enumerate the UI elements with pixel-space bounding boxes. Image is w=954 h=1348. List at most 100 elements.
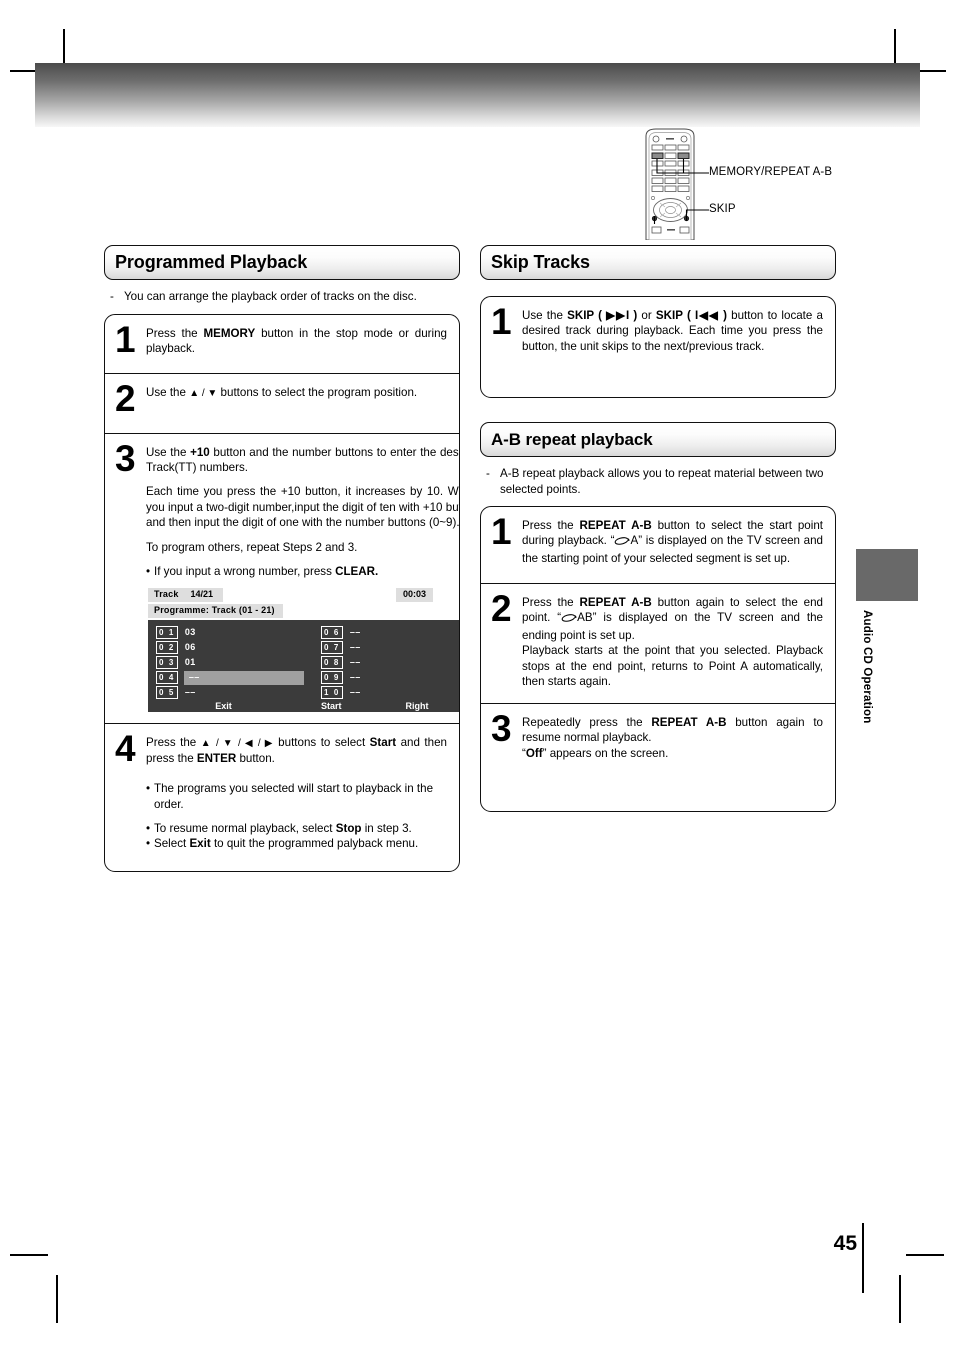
osd-entry-index: 0 8 (321, 656, 343, 670)
ab1-pre: Press the (522, 519, 580, 533)
callout-label-memory-repeat: MEMORY/REPEAT A-B (709, 166, 833, 178)
step4-post2: button. (236, 751, 275, 765)
osd-programme-row: Programme: Track (01 - 21) (148, 604, 459, 619)
section-title-programmed-playback: Programmed Playback (115, 252, 308, 272)
osd-entry-value: –– (183, 670, 304, 685)
crop-mark-bottom-right-horizontal (906, 1254, 944, 1256)
header-gradient-band (35, 63, 920, 127)
osd-column-right: 0 6 –– 0 7 –– 0 8 –– 0 9 –– 1 0 –– (313, 625, 459, 700)
step-number: 2 (491, 588, 512, 630)
ab-repeat-loop-icon (561, 612, 578, 627)
osd-time: 00:03 (395, 588, 433, 603)
step4-bold-start: Start (369, 736, 397, 750)
section-title-ab-repeat: A-B repeat playback (491, 429, 653, 449)
step-body: Press the MEMORY button in the stop mode… (146, 324, 447, 364)
osd-entry[interactable]: 0 6 –– (321, 625, 459, 640)
step-1: 1 Press the MEMORY button in the stop mo… (105, 315, 459, 373)
skip-mid: or (637, 309, 656, 322)
osd-entry-selected[interactable]: 0 4 –– (156, 670, 313, 685)
bullet-dot: • (146, 837, 151, 851)
ab3-quote-close: ” appears on the screen. (542, 746, 669, 760)
osd-body: 0 1 03 0 2 06 0 3 01 0 4 –– 0 5 –– 0 6 –… (148, 620, 460, 713)
page-number-rule (862, 1223, 864, 1293)
intro-text: A-B repeat playback allows you to repeat… (500, 467, 824, 496)
osd-entry-index: 0 9 (321, 671, 343, 685)
step-body: Use the ▲ / ▼ buttons to select the prog… (146, 383, 447, 424)
bullet-dot: • (146, 822, 151, 835)
step3-pre: Use the (146, 445, 191, 459)
ab1-bold: REPEAT A-B (579, 519, 652, 533)
intro-text: You can arrange the playback order of tr… (124, 290, 417, 303)
skip-back-icon-label: SKIP ( I◀◀ ) (655, 309, 727, 322)
osd-entry-value: 06 (184, 641, 196, 652)
osd-start-button[interactable]: Start (313, 701, 396, 713)
step2-post: buttons to select the program position. (217, 385, 418, 399)
step4-bullet-2-bold: Stop (335, 822, 362, 835)
osd-entry[interactable]: 0 3 01 (156, 655, 313, 670)
osd-entry-index: 1 0 (321, 686, 343, 700)
step4-bullet-3-pre: Select (154, 837, 190, 851)
osd-entry-index: 0 5 (156, 686, 178, 700)
osd-entry[interactable]: 0 1 03 (156, 625, 313, 640)
step3-bold-plus10: +10 (190, 445, 210, 459)
step3-bullet: • If you input a wrong number, press CLE… (146, 564, 459, 579)
step4-bullet-3-bold: Exit (189, 837, 211, 851)
side-thumb-tab (856, 549, 918, 601)
step4-main: Press the ▲ / ▼ / ◀ / ▶ buttons to selec… (146, 735, 447, 766)
osd-entry-value: –– (349, 686, 361, 697)
osd-entry-index: 0 4 (156, 671, 178, 685)
crop-mark-bottom-left-horizontal (10, 1254, 48, 1256)
ab-repeat-steps: 1 Press the REPEAT A-B button to select … (480, 506, 836, 813)
ab3-bold: REPEAT A-B (651, 716, 727, 730)
step1-pre: Press the (146, 326, 204, 340)
section-header-programmed-playback: Programmed Playback (104, 245, 460, 280)
osd-entry[interactable]: 0 9 –– (321, 670, 459, 685)
osd-right-button[interactable]: Right (396, 701, 460, 713)
step-number: 1 (491, 301, 512, 342)
ab2-pre: Press the (522, 596, 580, 610)
step-number: 1 (115, 318, 136, 360)
osd-entry[interactable]: 0 7 –– (321, 640, 459, 655)
bullet-dot: • (146, 564, 151, 578)
page-number: 45 (833, 1232, 857, 1255)
osd-entry[interactable]: 0 2 06 (156, 640, 313, 655)
step2-pre: Use the (146, 385, 190, 399)
intro-dash: - (110, 290, 114, 303)
step-body: Repeatedly press the REPEAT A-B button a… (522, 713, 823, 802)
bullet-dot: • (146, 782, 151, 796)
callout-label-skip: SKIP (709, 203, 736, 215)
skip-step-1: 1 Use the SKIP ( ▶▶I ) or SKIP ( I◀◀ ) b… (481, 297, 835, 397)
crop-mark-bottom-right-vertical (899, 1275, 901, 1323)
step4-bullet-1-text: The programs you selected will start to … (154, 782, 434, 811)
step3-bullet-text: If you input a wrong number, press (154, 564, 336, 578)
step3-para2: Each time you press the +10 button, it i… (146, 485, 460, 530)
step-number: 1 (491, 511, 512, 553)
osd-entry[interactable]: 0 8 –– (321, 655, 459, 670)
ab-step-2: 2 Press the REPEAT A-B button again to s… (481, 583, 835, 703)
osd-entry-index: 0 2 (156, 641, 178, 655)
osd-entry[interactable]: 0 5 –– (156, 685, 313, 700)
side-tab-label: Audio CD Operation (861, 610, 873, 724)
programmed-playback-intro: - You can arrange the playback order of … (110, 289, 460, 305)
step4-bullet-3: • Select Exit to quit the programmed pal… (146, 836, 447, 851)
osd-top-bar: Track 14/21 00:03 (148, 588, 459, 603)
ab3-pre: Repeatedly press the (522, 716, 652, 730)
step4-bullet-2: • To resume normal playback, select Stop… (146, 821, 447, 836)
osd-entry[interactable]: 1 0 –– (321, 685, 459, 700)
osd-exit-button[interactable]: Exit (148, 701, 313, 713)
step-body: Press the ▲ / ▼ / ◀ / ▶ buttons to selec… (146, 733, 447, 862)
osd-program-screen: Track 14/21 00:03 Programme: Track (01 -… (148, 588, 460, 713)
step1-bold: MEMORY (203, 326, 256, 340)
step-body: Use the +10 button and the number button… (146, 443, 460, 715)
section-title-skip-tracks: Skip Tracks (491, 252, 590, 272)
intro-dash: - (486, 467, 490, 480)
section-header-ab-repeat: A-B repeat playback (480, 422, 836, 457)
remote-control-figure: MEMORY/REPEAT A-B SKIP (636, 128, 946, 241)
osd-track-label: Track (154, 589, 179, 600)
right-column: Skip Tracks 1 Use the SKIP ( ▶▶I ) or SK… (480, 245, 836, 813)
step4-bold-enter: ENTER (196, 751, 237, 765)
step-3: 3 Use the +10 button and the number butt… (105, 432, 460, 724)
osd-entry-index: 0 1 (156, 626, 178, 640)
programmed-playback-steps: 1 Press the MEMORY button in the stop mo… (104, 313, 460, 873)
osd-footer: Exit Start Right (148, 701, 460, 713)
